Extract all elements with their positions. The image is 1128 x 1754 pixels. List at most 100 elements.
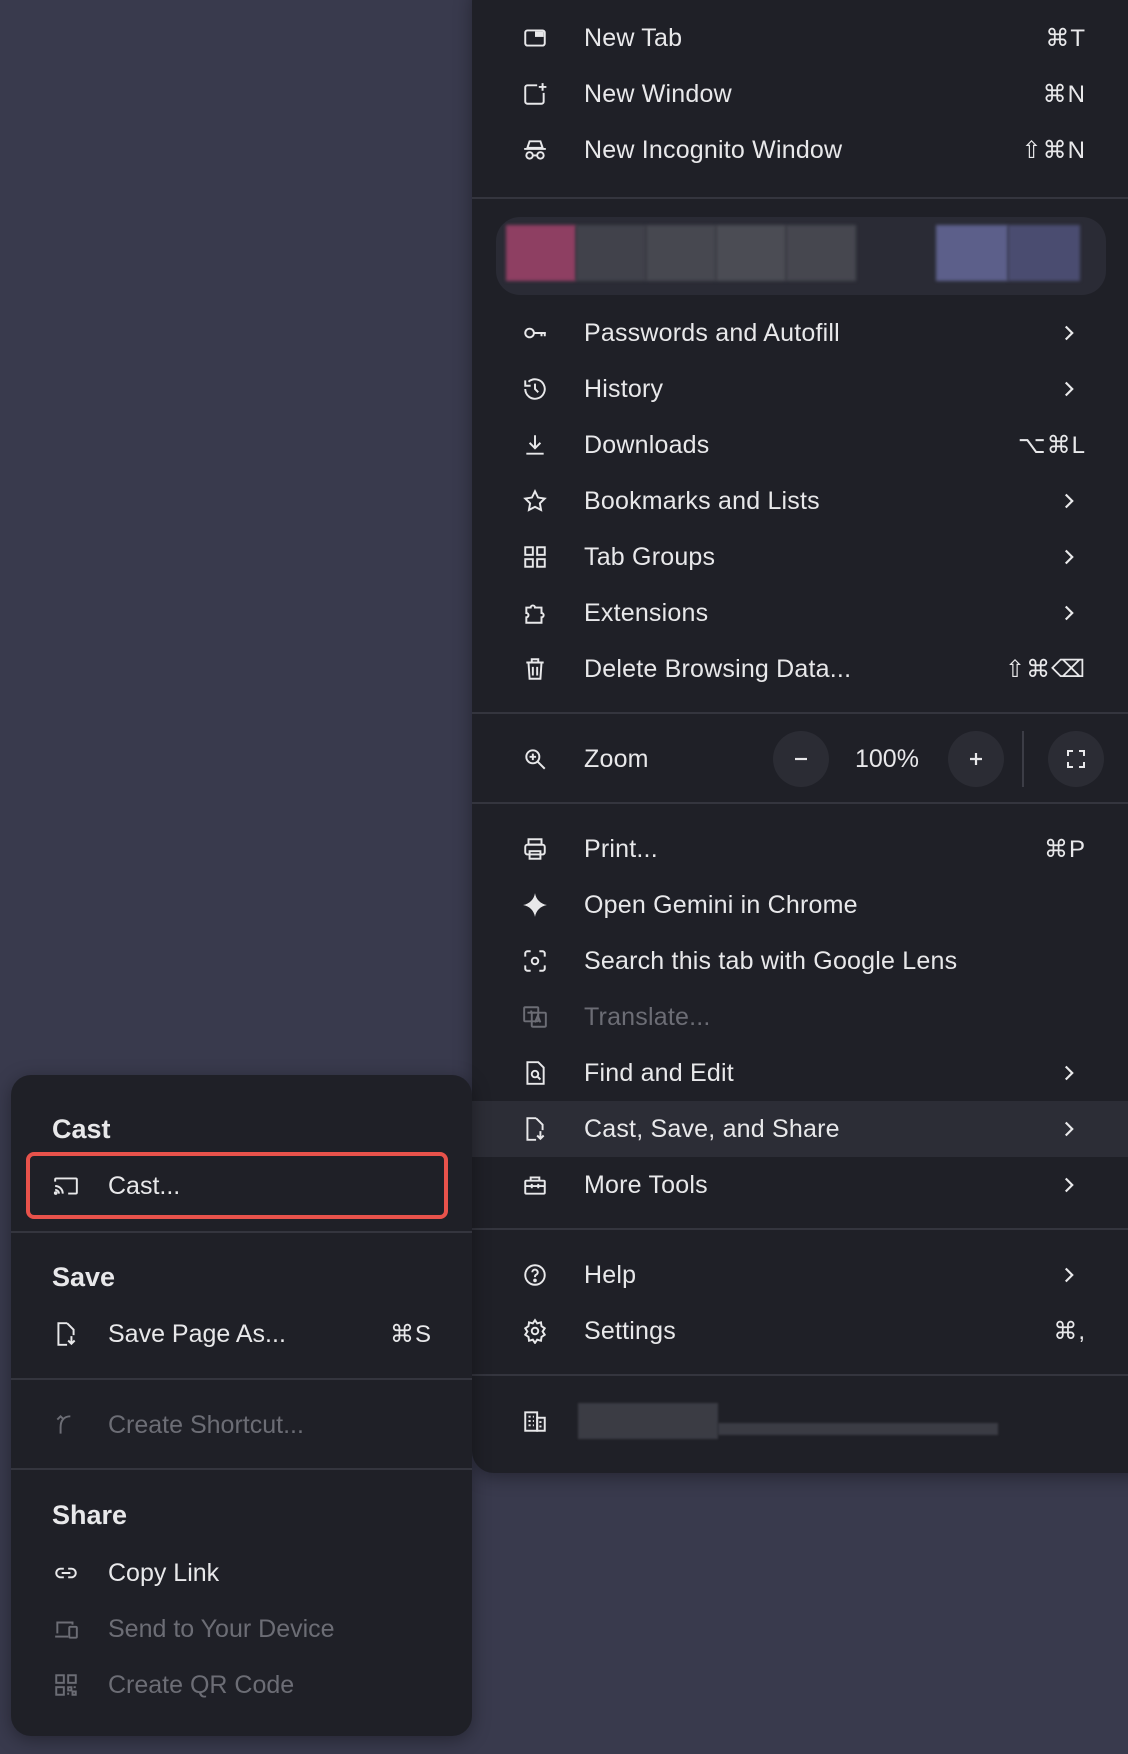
devices-icon: [53, 1616, 79, 1642]
menu-item-passwords-and-autofill[interactable]: Passwords and Autofill: [472, 305, 1128, 361]
menu-item-label: Passwords and Autofill: [584, 318, 840, 347]
submenu-item-save-page-as[interactable]: Save Page As... ⌘S: [11, 1306, 472, 1362]
menu-item-tab-groups[interactable]: Tab Groups: [472, 529, 1128, 585]
menu-item-new-incognito-window[interactable]: New Incognito Window ⇧⌘N: [472, 122, 1128, 178]
submenu-item-copy-link[interactable]: Copy Link: [11, 1545, 472, 1601]
section-title-save: Save: [52, 1262, 116, 1292]
submenu-item-create-qr-code: Create QR Code: [11, 1657, 472, 1713]
redacted-text: [718, 1423, 998, 1435]
redacted-block: [936, 225, 1008, 281]
submenu-item-label: Save Page As...: [108, 1320, 286, 1348]
menu-item-more-tools[interactable]: More Tools: [472, 1157, 1128, 1213]
menu-item-label: Open Gemini in Chrome: [584, 890, 858, 919]
zoom-in-button[interactable]: [948, 731, 1004, 787]
menu-item-shortcut: ⌘,: [1053, 1317, 1086, 1345]
submenu-item-label: Create Shortcut...: [108, 1411, 304, 1439]
zoom-value: 100%: [855, 745, 919, 773]
menu-item-label: Search this tab with Google Lens: [584, 946, 958, 975]
submenu-item-label: Create QR Code: [108, 1671, 295, 1699]
menu-item-find-and-edit[interactable]: Find and Edit: [472, 1045, 1128, 1101]
menu-item-label: Cast, Save, and Share: [584, 1114, 840, 1143]
print-icon: [522, 836, 548, 862]
section-title-share: Share: [52, 1500, 128, 1530]
menu-divider: [472, 802, 1128, 804]
menu-item-google-lens[interactable]: Search this tab with Google Lens: [472, 933, 1128, 989]
redacted-avatar: [506, 225, 576, 281]
profile-strip-redacted[interactable]: [496, 217, 1106, 295]
menu-item-shortcut: ⇧⌘N: [1021, 136, 1086, 164]
menu-item-delete-browsing-data[interactable]: Delete Browsing Data... ⇧⌘⌫: [472, 641, 1128, 697]
zoom-label: Zoom: [584, 744, 649, 773]
submenu-item-shortcut: ⌘S: [389, 1321, 432, 1348]
submenu-item-create-shortcut: Create Shortcut...: [11, 1397, 472, 1453]
gear-icon: [522, 1318, 548, 1344]
menu-item-bookmarks-and-lists[interactable]: Bookmarks and Lists: [472, 473, 1128, 529]
menu-item-shortcut: ⌘T: [1045, 24, 1086, 52]
zoom-icon: [522, 746, 548, 772]
submenu-divider: [11, 1231, 472, 1233]
menu-item-label: New Tab: [584, 23, 683, 52]
translate-icon: [522, 1004, 548, 1030]
menu-item-history[interactable]: History: [472, 361, 1128, 417]
new-tab-icon: [522, 25, 548, 51]
menu-item-label: Tab Groups: [584, 542, 716, 571]
chevron-right-icon: [1064, 1121, 1074, 1137]
menu-divider: [472, 712, 1128, 714]
menu-divider: [472, 1374, 1128, 1376]
chevron-right-icon: [1064, 605, 1074, 621]
cast-highlight-box: [26, 1152, 448, 1219]
menu-item-shortcut: ⌥⌘L: [1017, 431, 1086, 459]
menu-item-new-tab[interactable]: New Tab ⌘T: [472, 10, 1128, 66]
menu-item-shortcut: ⌘P: [1043, 835, 1086, 863]
menu-item-translate: Translate...: [472, 989, 1128, 1045]
cast-save-icon: [522, 1116, 548, 1142]
submenu-item-label: Send to Your Device: [108, 1615, 335, 1643]
toolbox-icon: [522, 1172, 548, 1198]
menu-item-new-window[interactable]: New Window ⌘N: [472, 66, 1128, 122]
menu-item-label: Print...: [584, 834, 658, 863]
menu-item-label: New Incognito Window: [584, 135, 843, 164]
menu-item-label: Bookmarks and Lists: [584, 486, 820, 515]
redacted-block: [716, 225, 786, 281]
menu-item-print[interactable]: Print... ⌘P: [472, 821, 1128, 877]
link-icon: [53, 1560, 79, 1586]
chevron-right-icon: [1064, 325, 1074, 341]
submenu-item-label: Copy Link: [108, 1559, 220, 1587]
menu-item-extensions[interactable]: Extensions: [472, 585, 1128, 641]
menu-item-settings[interactable]: Settings ⌘,: [472, 1303, 1128, 1359]
redacted-block: [576, 225, 646, 281]
puzzle-icon: [522, 600, 548, 626]
menu-item-label: History: [584, 374, 664, 403]
qr-code-icon: [53, 1672, 79, 1698]
menu-item-downloads[interactable]: Downloads ⌥⌘L: [472, 417, 1128, 473]
history-icon: [522, 376, 548, 402]
key-icon: [522, 320, 548, 346]
star-icon: [522, 488, 548, 514]
save-page-icon: [53, 1321, 79, 1347]
chevron-right-icon: [1064, 1065, 1074, 1081]
submenu-divider: [11, 1468, 472, 1470]
fullscreen-button[interactable]: [1048, 731, 1104, 787]
chevron-right-icon: [1064, 1177, 1074, 1193]
menu-item-label: Extensions: [584, 598, 709, 627]
lens-icon: [522, 948, 548, 974]
zoom-out-button[interactable]: [773, 731, 829, 787]
incognito-icon: [522, 137, 548, 163]
menu-item-open-gemini[interactable]: Open Gemini in Chrome: [472, 877, 1128, 933]
menu-item-managed-by[interactable]: [472, 1393, 1128, 1449]
menu-item-label: Find and Edit: [584, 1058, 734, 1087]
menu-item-label: Settings: [584, 1316, 676, 1345]
new-window-icon: [522, 81, 548, 107]
chevron-right-icon: [1064, 381, 1074, 397]
menu-item-shortcut: ⌘N: [1042, 80, 1086, 108]
redacted-block: [786, 225, 856, 281]
menu-item-label: Delete Browsing Data...: [584, 654, 852, 683]
menu-item-cast-save-share[interactable]: Cast, Save, and Share: [472, 1101, 1128, 1157]
plus-icon: [970, 753, 982, 765]
menu-item-help[interactable]: Help: [472, 1247, 1128, 1303]
menu-divider: [472, 1228, 1128, 1230]
chevron-right-icon: [1064, 493, 1074, 509]
find-icon: [522, 1060, 548, 1086]
shortcut-icon: [53, 1412, 79, 1438]
menu-item-label: Help: [584, 1260, 637, 1289]
